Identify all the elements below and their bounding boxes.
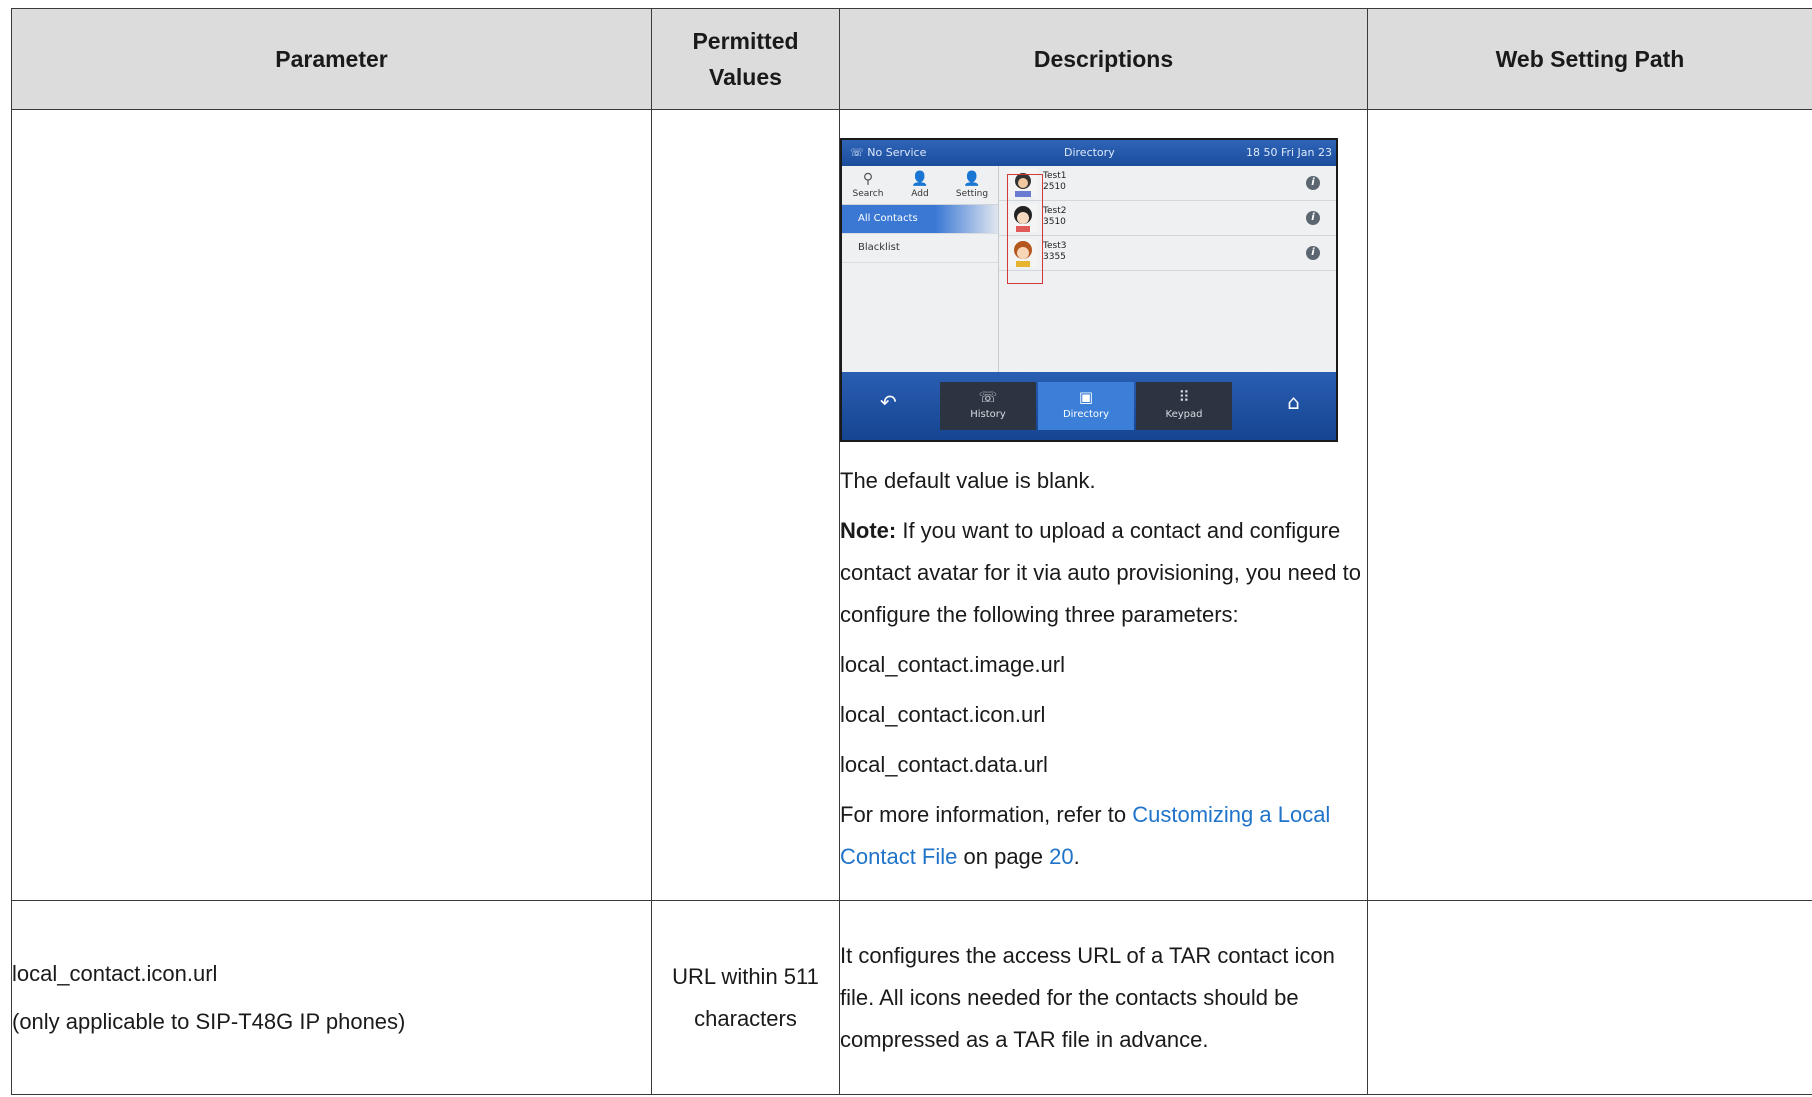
- info-icon[interactable]: i: [1306, 246, 1320, 260]
- phone-toolbar: ⚲ Search 👤 Add 👤 Setting: [842, 166, 998, 205]
- phone-setting-tool[interactable]: 👤 Setting: [950, 169, 994, 199]
- phone-group-panel: ⚲ Search 👤 Add 👤 Setting All Contacts Black…: [842, 166, 999, 372]
- description-cell: ☏ No Service Directory 18 50 Fri Jan 23 …: [839, 109, 1368, 901]
- param-name: local_contact.icon.url: [840, 702, 1046, 727]
- phone-softkey-bar: ↶ ☏ History ▣ Directory ⠿ Keypad ⌂: [842, 372, 1336, 440]
- parameter-name: local_contact.icon.url: [12, 960, 218, 986]
- param-name: local_contact.data.url: [840, 752, 1048, 777]
- phone-status-left: ☏ No Service: [850, 146, 927, 159]
- phone-keypad-button[interactable]: ⠿ Keypad: [1136, 382, 1232, 430]
- phone-status-title: Directory: [1064, 146, 1115, 159]
- web-path-cell: [1367, 109, 1812, 901]
- permitted-values-cell: URL within 511 characters: [651, 900, 840, 1095]
- phone-contact-row[interactable]: Test1 2510 i: [999, 166, 1336, 201]
- parameter-note: (only applicable to SIP-T48G IP phones): [12, 1008, 406, 1034]
- page-link[interactable]: 20: [1049, 844, 1073, 869]
- web-path-cell: [1367, 900, 1812, 1095]
- phone-add-tool[interactable]: 👤 Add: [898, 169, 942, 199]
- param-name: local_contact.image.url: [840, 652, 1066, 677]
- back-icon[interactable]: ↶: [880, 390, 897, 414]
- parameter-table: Parameter Permitted Values Descriptions …: [11, 8, 1812, 1095]
- phone-contact-text: Test1 2510: [1043, 171, 1067, 192]
- phone-status-clock: 18 50 Fri Jan 23: [1245, 146, 1332, 159]
- search-icon: ⚲: [862, 171, 874, 187]
- phone-history-button[interactable]: ☏ History: [940, 382, 1036, 430]
- note-paragraph: Note: If you want to upload a contact an…: [840, 510, 1367, 636]
- phone-group-all-contacts[interactable]: All Contacts: [842, 205, 998, 234]
- info-icon[interactable]: i: [1306, 176, 1320, 190]
- default-value-text: The default value is blank.: [840, 468, 1096, 493]
- phone-contact-list: Test1 2510 i Test2 3510 i Test3 3355 i: [999, 166, 1336, 372]
- table-row: local_contact.icon.url (only applicable …: [11, 900, 1812, 1095]
- phone-screenshot: ☏ No Service Directory 18 50 Fri Jan 23 …: [840, 138, 1338, 442]
- directory-icon: ▣: [1078, 388, 1094, 406]
- header-web-setting-path: Web Setting Path: [1367, 8, 1812, 110]
- phone-directory-button[interactable]: ▣ Directory: [1038, 382, 1134, 430]
- parameter-cell: [11, 109, 652, 901]
- history-icon: ☏: [978, 388, 998, 406]
- header-permitted-values: Permitted Values: [651, 8, 840, 110]
- phone-contact-text: Test3 3355: [1043, 241, 1067, 262]
- phone-group-blacklist[interactable]: Blacklist: [842, 234, 998, 263]
- avatar-highlight-box: [1007, 174, 1043, 284]
- permitted-values-cell: [651, 109, 840, 901]
- info-icon[interactable]: i: [1306, 211, 1320, 225]
- table-row: ☏ No Service Directory 18 50 Fri Jan 23 …: [11, 109, 1812, 901]
- home-icon[interactable]: ⌂: [1287, 390, 1300, 414]
- header-parameter: Parameter: [11, 8, 652, 110]
- reference-paragraph: For more information, refer to Customizi…: [840, 802, 1331, 869]
- phone-status-bar: ☏ No Service Directory 18 50 Fri Jan 23: [842, 140, 1336, 166]
- phone-contact-row[interactable]: Test3 3355 i: [999, 236, 1336, 271]
- phone-search-tool[interactable]: ⚲ Search: [846, 169, 890, 199]
- contact-setting-icon: 👤: [963, 171, 981, 187]
- note-label: Note:: [840, 518, 897, 543]
- phone-contact-row[interactable]: Test2 3510 i: [999, 201, 1336, 236]
- phone-contact-text: Test2 3510: [1043, 206, 1067, 227]
- header-descriptions: Descriptions: [839, 8, 1368, 110]
- add-contact-icon: 👤: [911, 171, 929, 187]
- description-cell: It configures the access URL of a TAR co…: [839, 900, 1368, 1095]
- parameter-cell: local_contact.icon.url (only applicable …: [11, 900, 652, 1095]
- table-header-row: Parameter Permitted Values Descriptions …: [11, 8, 1812, 110]
- note-text: If you want to upload a contact and conf…: [840, 518, 1361, 627]
- keypad-icon: ⠿: [1178, 388, 1190, 406]
